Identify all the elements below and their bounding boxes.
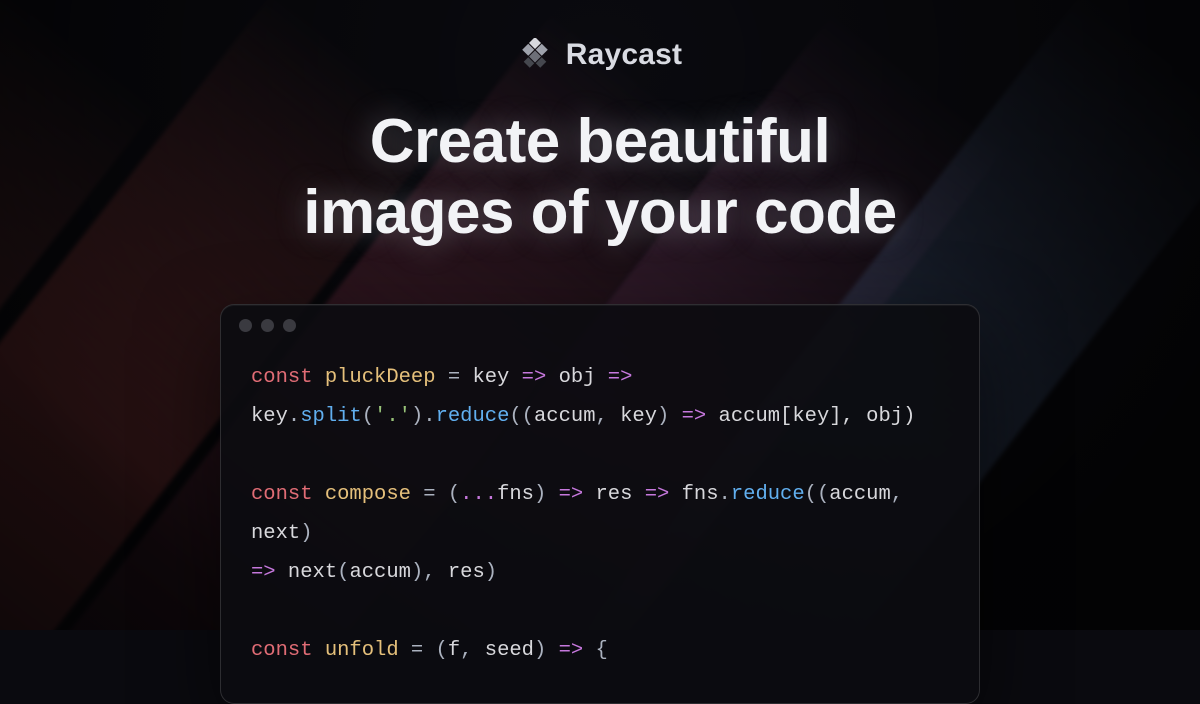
headline-line-1: Create beautiful (0, 106, 1200, 177)
code-token: const (251, 639, 325, 662)
code-token: seed (485, 639, 534, 662)
code-token: accum[key], obj) (706, 405, 915, 428)
code-token: const (251, 366, 325, 389)
code-token: key (251, 405, 288, 428)
code-token: res (448, 561, 485, 584)
code-token: = (436, 366, 473, 389)
code-window: const pluckDeep = key => obj =>key.split… (220, 304, 980, 704)
code-token: fns (497, 483, 534, 506)
code-line: const compose = (...fns) => res => fns.r… (251, 476, 949, 554)
code-token: ) (485, 561, 497, 584)
code-line (251, 437, 949, 476)
code-token: compose (325, 483, 411, 506)
code-token: unfold (325, 639, 399, 662)
code-line: key.split('.').reduce((accum, key) => ac… (251, 398, 949, 437)
code-token: fns (669, 483, 718, 506)
headline-line-2: images of your code (0, 177, 1200, 248)
raycast-logo-icon (518, 38, 552, 72)
brand-name: Raycast (566, 38, 682, 72)
code-token: accum (829, 483, 891, 506)
code-token: accum (349, 561, 411, 584)
code-token: reduce (731, 483, 805, 506)
code-token: ( (337, 561, 349, 584)
code-line (251, 593, 949, 632)
code-token: next (276, 561, 338, 584)
traffic-light-minimize-icon (261, 319, 274, 332)
code-token: f (448, 639, 460, 662)
code-token: reduce (436, 405, 510, 428)
code-token: . (719, 483, 731, 506)
code-token: ) (534, 483, 559, 506)
code-token: => (559, 639, 584, 662)
page-headline: Create beautiful images of your code (0, 106, 1200, 249)
code-block: const pluckDeep = key => obj =>key.split… (221, 345, 979, 701)
code-token: res (583, 483, 645, 506)
code-token: key (472, 366, 509, 389)
code-token: => (251, 561, 276, 584)
code-token: , (596, 405, 621, 428)
code-token: (( (509, 405, 534, 428)
code-token: ) (657, 405, 682, 428)
traffic-light-close-icon (239, 319, 252, 332)
code-token: = ( (399, 639, 448, 662)
code-token: => (559, 483, 584, 506)
code-token: const (251, 483, 325, 506)
window-titlebar (221, 305, 979, 345)
code-token: '.' (374, 405, 411, 428)
brand-row: Raycast (0, 38, 1200, 72)
code-token: ... (460, 483, 497, 506)
code-token: { (583, 639, 608, 662)
code-token: ( (362, 405, 374, 428)
code-token: . (288, 405, 300, 428)
beam-decoration (0, 0, 157, 630)
code-token: ) (534, 639, 559, 662)
code-token: key (620, 405, 657, 428)
code-token: , (891, 483, 916, 506)
code-line: const unfold = (f, seed) => { (251, 632, 949, 671)
code-token: ). (411, 405, 436, 428)
code-token: obj (559, 366, 596, 389)
traffic-light-zoom-icon (283, 319, 296, 332)
code-line: const pluckDeep = key => obj => (251, 359, 949, 398)
code-token: split (300, 405, 362, 428)
code-token: => (682, 405, 707, 428)
code-token: accum (534, 405, 596, 428)
code-line: => next(accum), res) (251, 554, 949, 593)
code-token: , (460, 639, 485, 662)
code-token: ), (411, 561, 448, 584)
code-token: (( (805, 483, 830, 506)
code-token: pluckDeep (325, 366, 436, 389)
code-token: => (509, 366, 558, 389)
code-token: = ( (411, 483, 460, 506)
code-token: ) (300, 522, 312, 545)
code-token: => (595, 366, 632, 389)
code-token: => (645, 483, 670, 506)
code-token: next (251, 522, 300, 545)
